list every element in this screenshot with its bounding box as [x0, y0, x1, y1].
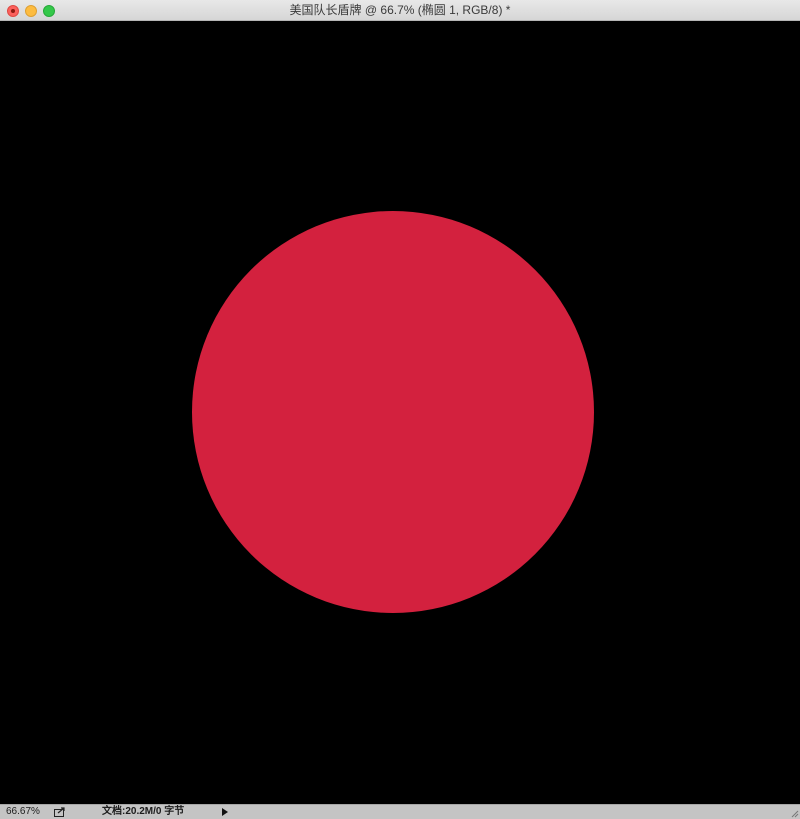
triangle-right-icon[interactable] [222, 808, 228, 816]
document-info: 文档:20.2M/0 字节 [102, 806, 185, 817]
document-window: 美国队长盾牌 @ 66.7% (椭圆 1, RGB/8) * 66.67% 文档… [0, 0, 800, 819]
share-icon[interactable] [54, 807, 66, 817]
resize-grip-icon[interactable] [789, 808, 799, 818]
zoom-level[interactable]: 66.67% [6, 805, 40, 819]
window-title: 美国队长盾牌 @ 66.7% (椭圆 1, RGB/8) * [289, 3, 511, 17]
document-canvas[interactable] [0, 21, 800, 804]
ellipse-shape[interactable] [192, 211, 594, 613]
title-bar[interactable]: 美国队长盾牌 @ 66.7% (椭圆 1, RGB/8) * [0, 0, 800, 21]
status-bar: 66.67% 文档:20.2M/0 字节 [0, 804, 800, 819]
